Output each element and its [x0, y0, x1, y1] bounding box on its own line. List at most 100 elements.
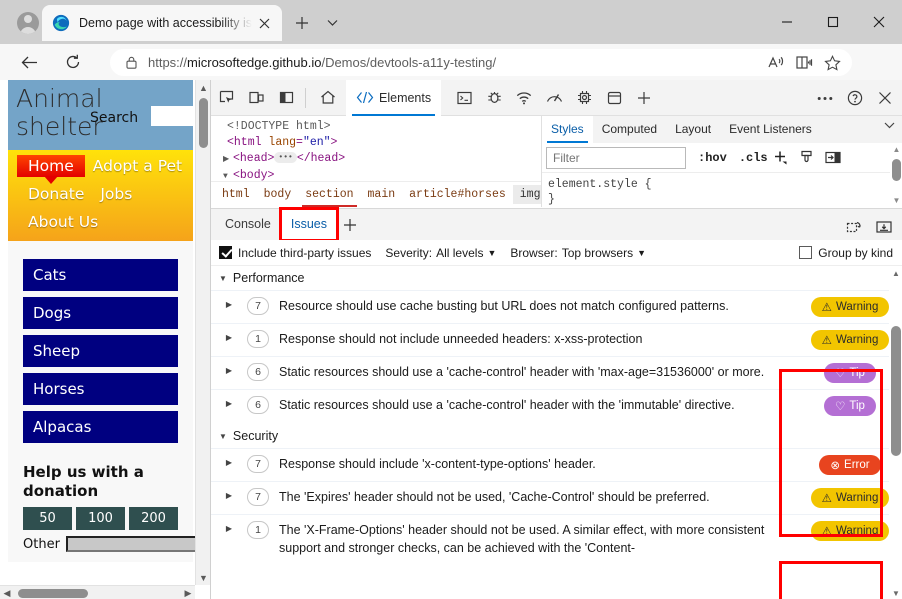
window-minimize-button[interactable] — [764, 0, 810, 44]
issue-row[interactable]: ▶ 7 Response should include 'x-content-t… — [211, 448, 902, 481]
memory-icon[interactable] — [569, 83, 599, 113]
window-close-button[interactable] — [856, 0, 902, 44]
dom-line-body[interactable]: ▼<body> — [217, 168, 540, 181]
donation-amount-100[interactable]: 100 — [76, 507, 125, 530]
hov-button[interactable]: :hov — [698, 151, 727, 165]
scroll-left-arrow-icon[interactable]: ◀ — [0, 586, 14, 599]
back-button[interactable] — [14, 48, 44, 76]
breadcrumb-item-body[interactable]: body — [257, 185, 299, 204]
dom-line-doctype[interactable]: <!DOCTYPE html> — [217, 119, 540, 135]
tab-computed[interactable]: Computed — [593, 116, 666, 143]
application-icon[interactable] — [599, 83, 629, 113]
issue-row[interactable]: ▶ 1 The 'X-Frame-Options' header should … — [211, 514, 902, 563]
nav-link-donate[interactable]: Donate — [28, 185, 84, 203]
tab-close-icon[interactable] — [252, 11, 276, 35]
issue-expand-triangle-icon[interactable]: ▶ — [211, 521, 247, 533]
collapsed-children-icon[interactable]: ••• — [274, 152, 296, 163]
issues-scrollbar[interactable]: ▲ ▼ — [889, 266, 902, 599]
lock-icon[interactable] — [122, 56, 140, 69]
issue-row[interactable]: ▶ 7 The 'Expires' header should not be u… — [211, 481, 902, 514]
new-style-rule-icon[interactable] — [768, 146, 794, 170]
category-alpacas[interactable]: Alpacas — [23, 411, 178, 443]
breadcrumb-item-main[interactable]: main — [361, 185, 403, 204]
element-style-rule[interactable]: element.style { } — [542, 173, 902, 207]
group-by-kind-group[interactable]: Group by kind — [799, 246, 893, 260]
more-tools-icon[interactable] — [810, 83, 840, 113]
add-devtools-tab-icon[interactable] — [629, 83, 659, 113]
issue-group-security-header[interactable]: ▼ Security — [211, 424, 902, 448]
breadcrumb-item-article-horses[interactable]: article#horses — [402, 185, 513, 204]
cls-button[interactable]: .cls — [739, 151, 768, 165]
nav-link-jobs[interactable]: Jobs — [100, 185, 132, 203]
new-tab-button[interactable] — [288, 10, 316, 36]
close-devtools-icon[interactable] — [870, 83, 900, 113]
scroll-down-arrow-icon[interactable]: ▼ — [196, 570, 210, 585]
issue-expand-triangle-icon[interactable]: ▶ — [211, 330, 247, 342]
donation-other-input[interactable] — [66, 536, 210, 552]
styles-scroll-down-icon[interactable]: ▼ — [890, 194, 902, 207]
browser-filter-group[interactable]: Browser: Top browsers ▼ — [510, 246, 646, 260]
tab-event-listeners[interactable]: Event Listeners — [720, 116, 821, 143]
page-vscroll-thumb[interactable] — [199, 98, 208, 148]
new-console-icon[interactable] — [839, 212, 869, 242]
network-icon[interactable] — [509, 83, 539, 113]
breadcrumb-item-section[interactable]: section — [298, 185, 360, 204]
group-collapse-triangle-icon[interactable]: ▼ — [219, 274, 227, 283]
console-icon[interactable] — [449, 83, 479, 113]
category-dogs[interactable]: Dogs — [23, 297, 178, 329]
styles-scroll-up-icon[interactable]: ▲ — [890, 143, 902, 156]
include-third-party-group[interactable]: Include third-party issues — [219, 246, 371, 260]
tab-menu-chevron-down-icon[interactable] — [318, 10, 346, 36]
styles-scroll-thumb[interactable] — [892, 159, 901, 181]
issue-expand-triangle-icon[interactable]: ▶ — [211, 297, 247, 309]
page-horizontal-scrollbar[interactable]: ◀ ▶ — [0, 585, 195, 599]
performance-icon[interactable] — [539, 83, 569, 113]
tab-layout[interactable]: Layout — [666, 116, 720, 143]
address-bar[interactable]: https://microsoftedge.github.io/Demos/de… — [110, 49, 852, 76]
styles-filter-input[interactable] — [546, 147, 686, 169]
severity-filter-group[interactable]: Severity: All levels ▼ — [385, 246, 496, 260]
reload-button[interactable] — [58, 48, 88, 76]
immersive-reader-icon[interactable] — [790, 51, 818, 75]
browser-dropdown[interactable]: Top browsers ▼ — [562, 246, 646, 260]
severity-dropdown[interactable]: All levels ▼ — [436, 246, 496, 260]
category-horses[interactable]: Horses — [23, 373, 178, 405]
tab-styles[interactable]: Styles — [542, 116, 593, 143]
dom-line-html[interactable]: <html lang="en"> — [217, 135, 540, 151]
window-maximize-button[interactable] — [810, 0, 856, 44]
read-aloud-icon[interactable] — [762, 51, 790, 75]
drawer-tab-console[interactable]: Console — [215, 209, 281, 240]
donation-amount-200[interactable]: 200 — [129, 507, 178, 530]
page-hscroll-thumb[interactable] — [18, 589, 88, 598]
issue-expand-triangle-icon[interactable]: ▶ — [211, 455, 247, 467]
address-bar-url[interactable]: https://microsoftedge.github.io/Demos/de… — [148, 55, 762, 70]
collapse-triangle-icon[interactable]: ▼ — [223, 169, 233, 181]
group-collapse-triangle-icon[interactable]: ▼ — [219, 432, 227, 441]
include-third-party-checkbox[interactable] — [219, 246, 232, 259]
element-classes-icon[interactable] — [794, 146, 820, 170]
styles-scrollbar[interactable]: ▲ ▼ — [890, 143, 902, 207]
device-emulation-icon[interactable] — [241, 83, 271, 113]
page-vertical-scrollbar[interactable]: ▲ ▼ — [195, 80, 210, 585]
dom-tree[interactable]: <!DOCTYPE html> <html lang="en"> ▶<head>… — [211, 116, 540, 181]
favorite-star-icon[interactable] — [818, 51, 846, 75]
issue-row[interactable]: ▶ 6 Static resources should use a 'cache… — [211, 356, 902, 389]
issues-scroll-down-icon[interactable]: ▼ — [889, 586, 902, 599]
scroll-up-arrow-icon[interactable]: ▲ — [196, 80, 210, 95]
drawer-add-tab-icon[interactable] — [337, 218, 363, 232]
issue-expand-triangle-icon[interactable]: ▶ — [211, 488, 247, 500]
issue-row[interactable]: ▶ 7 Resource should use cache busting bu… — [211, 290, 902, 323]
category-cats[interactable]: Cats — [23, 259, 178, 291]
inspect-element-icon[interactable] — [211, 83, 241, 113]
browser-tab[interactable]: Demo page with accessibility issu — [42, 5, 282, 41]
dock-drawer-icon[interactable] — [869, 212, 899, 242]
devtools-tab-elements[interactable]: Elements — [346, 80, 441, 116]
dock-side-icon[interactable] — [271, 83, 301, 113]
donation-amount-50[interactable]: 50 — [23, 507, 72, 530]
issue-expand-triangle-icon[interactable]: ▶ — [211, 396, 247, 408]
copy-styles-icon[interactable] — [820, 146, 846, 170]
nav-link-about-us[interactable]: About Us — [28, 213, 98, 231]
scroll-right-arrow-icon[interactable]: ▶ — [181, 586, 195, 599]
issue-group-performance-header[interactable]: ▼ Performance — [211, 266, 902, 290]
issue-row[interactable]: ▶ 1 Response should not include unneeded… — [211, 323, 902, 356]
